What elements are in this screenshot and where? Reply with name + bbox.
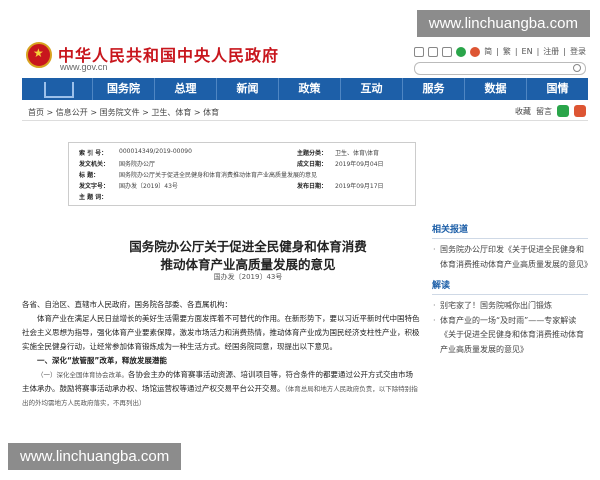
email-icon[interactable] xyxy=(428,46,439,57)
search-icon[interactable] xyxy=(573,64,581,72)
wechat-icon[interactable] xyxy=(456,46,467,57)
meta-value: 卫生、体育\体育 xyxy=(335,150,380,157)
header-links: 简 | 繁 | EN | 注册 | 登录 xyxy=(414,46,586,57)
meta-row: 标 题： 国务院办公厅关于促进全民健身和体育消费推动体育产业高质量发展的意见 xyxy=(79,170,409,180)
meta-value: 2019年09月17日 xyxy=(335,183,384,190)
site-header: 中华人民共和国中央人民政府 www.gov.cn 简| 繁| EN| 注册| 登… xyxy=(22,40,588,76)
interpretation-list: 别宅家了！国务院喊你出门锻炼 体育产业的一场“及时雨”——专家解读《关于促进全民… xyxy=(432,299,588,357)
home-gate-icon[interactable] xyxy=(22,78,92,100)
meta-label: 索 引 号： xyxy=(79,150,108,157)
main-nav: 国务院 总理 新闻 政策 互动 服务 数据 国情 xyxy=(22,78,588,100)
meta-row: 主 题 词： xyxy=(79,192,409,202)
sidebar: 相关报道 国务院办公厅印发《关于促进全民健身和体育消费推动体育产业高质量发展的意… xyxy=(432,222,592,363)
meta-row: 索 引 号： 000014349/2019-00090 主题分类： 卫生、体育\… xyxy=(79,148,409,158)
interpretation-link[interactable]: 别宅家了！国务院喊你出门锻炼 xyxy=(432,299,588,314)
link-traditional[interactable]: 繁 xyxy=(503,46,511,57)
nav-item-national-info[interactable]: 国情 xyxy=(526,78,588,100)
watermark-bottom: www.linchuangba.com xyxy=(8,443,182,470)
nav-item-service[interactable]: 服务 xyxy=(402,78,464,100)
paragraph-heading: （一）深化全国体育协会改革。 xyxy=(37,371,128,379)
addressee: 各省、自治区、直辖市人民政府，国务院各部委、各直属机构： xyxy=(22,300,232,309)
page-tools: 收藏 留言 xyxy=(515,105,586,117)
document-title-line-2: 推动体育产业高质量发展的意见 xyxy=(160,257,336,272)
paragraph: 体育产业在满足人民日益增长的美好生活需要方面发挥着不可替代的作用。在新形势下，要… xyxy=(22,314,420,351)
link-register[interactable]: 注册 xyxy=(543,46,559,57)
weibo-icon[interactable] xyxy=(470,46,481,57)
meta-row: 发文机关： 国务院办公厅 成文日期： 2019年09月04日 xyxy=(79,159,409,169)
meta-label: 主题分类： xyxy=(297,150,328,157)
meta-label: 发文机关： xyxy=(79,161,110,168)
nav-item-interaction[interactable]: 互动 xyxy=(340,78,402,100)
interpretation-link[interactable]: 体育产业的一场“及时雨”——专家解读《关于促进全民健身和体育消费推动体育产业高质… xyxy=(432,314,588,358)
meta-value: 国办发〔2019〕43号 xyxy=(119,183,178,190)
comment-button[interactable]: 留言 xyxy=(536,106,552,117)
search-input[interactable] xyxy=(414,62,586,75)
weibo-share-icon[interactable] xyxy=(574,105,586,117)
document-body: 各省、自治区、直辖市人民政府，国务院各部委、各直属机构： 体育产业在满足人民日益… xyxy=(22,298,420,410)
meta-value: 2019年09月04日 xyxy=(335,161,384,168)
document-title-line-1: 国务院办公厅关于促进全民健身和体育消费 xyxy=(129,239,367,254)
mobile-icon[interactable] xyxy=(442,46,453,57)
watermark-top: www.linchuangba.com xyxy=(416,10,590,37)
meta-label: 发布日期： xyxy=(297,183,328,190)
nav-item-state-council[interactable]: 国务院 xyxy=(92,78,154,100)
document-number: 国办发〔2019〕43号 xyxy=(213,273,283,281)
paragraph: （一）深化全国体育协会改革。各协会主办的体育赛事活动资源、培训项目等，符合条件的… xyxy=(22,368,420,410)
national-emblem-icon xyxy=(26,42,52,68)
interpretation-heading: 解读 xyxy=(432,278,588,295)
nav-item-premier[interactable]: 总理 xyxy=(154,78,216,100)
favorite-button[interactable]: 收藏 xyxy=(515,106,531,117)
meta-value: 000014349/2019-00090 xyxy=(119,148,192,155)
meta-label: 标 题： xyxy=(79,172,100,179)
rss-icon[interactable] xyxy=(414,46,425,57)
breadcrumb-trail[interactable]: 首页 > 信息公开 > 国务院文件 > 卫生、体育 > 体育 xyxy=(28,107,219,118)
wechat-share-icon[interactable] xyxy=(557,105,569,117)
related-reports-list: 国务院办公厅印发《关于促进全民健身和体育消费推动体育产业高质量发展的意见》 xyxy=(432,243,592,272)
related-report-link[interactable]: 国务院办公厅印发《关于促进全民健身和体育消费推动体育产业高质量发展的意见》 xyxy=(432,243,592,272)
meta-value: 国务院办公厅 xyxy=(119,161,156,168)
meta-label: 发文字号： xyxy=(79,183,110,190)
meta-row: 发文字号： 国办发〔2019〕43号 发布日期： 2019年09月17日 xyxy=(79,181,409,191)
link-simplified[interactable]: 简 xyxy=(484,46,492,57)
breadcrumb: 首页 > 信息公开 > 国务院文件 > 卫生、体育 > 体育 收藏 留言 xyxy=(22,104,588,121)
link-english[interactable]: EN xyxy=(522,47,533,56)
nav-item-news[interactable]: 新闻 xyxy=(216,78,278,100)
document-info-table: 索 引 号： 000014349/2019-00090 主题分类： 卫生、体育\… xyxy=(68,142,416,206)
meta-label: 主 题 词： xyxy=(79,194,108,201)
section-heading: 一、深化“放管服”改革，释放发展潜能 xyxy=(37,356,167,365)
meta-value: 国务院办公厅关于促进全民健身和体育消费推动体育产业高质量发展的意见 xyxy=(119,172,318,179)
related-reports-heading: 相关报道 xyxy=(432,222,588,239)
nav-item-policy[interactable]: 政策 xyxy=(278,78,340,100)
link-login[interactable]: 登录 xyxy=(570,46,586,57)
site-url: www.gov.cn xyxy=(60,62,108,72)
nav-item-data[interactable]: 数据 xyxy=(464,78,526,100)
meta-label: 成文日期： xyxy=(297,161,328,168)
